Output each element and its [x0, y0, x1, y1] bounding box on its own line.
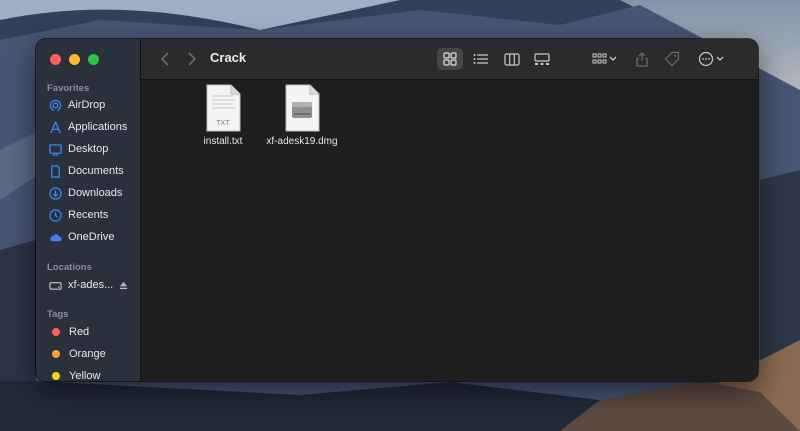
minimize-button[interactable] [69, 54, 80, 65]
disk-image-icon [284, 84, 320, 132]
file-type-label: TXT [216, 120, 230, 127]
grid-icon [443, 52, 457, 66]
sidebar-item-recents[interactable]: Recents [49, 205, 108, 225]
sidebar-item-label: OneDrive [68, 231, 115, 243]
eject-icon[interactable] [119, 281, 128, 290]
ellipsis-circle-icon [698, 51, 724, 67]
sidebar-item-label: Red [69, 326, 90, 338]
sidebar-item-label: Orange [69, 348, 106, 360]
file-name: install.txt [203, 136, 243, 147]
icon-view-button[interactable] [437, 48, 463, 70]
window-title: Crack [210, 50, 247, 65]
finder-window: Favorites AirDrop Applications Desktop D… [36, 39, 758, 381]
sidebar-item-label: AirDrop [68, 99, 106, 111]
sidebar-item-disk[interactable]: xf-ades... [49, 275, 128, 295]
back-button[interactable] [157, 48, 173, 70]
toolbar: Crack [141, 39, 758, 80]
clock-icon [49, 208, 62, 222]
sidebar-tag-yellow[interactable]: Yellow [49, 366, 100, 381]
list-icon [473, 54, 488, 64]
main-content: Crack TXT install.txt xf-adesk19.dmg [141, 39, 758, 381]
tags-title: Tags [47, 309, 69, 320]
sidebar: Favorites AirDrop Applications Desktop D… [36, 39, 141, 381]
tags-button[interactable] [662, 48, 682, 70]
airdrop-icon [49, 99, 62, 112]
disk-icon [49, 279, 62, 292]
sidebar-item-label: xf-ades... [68, 279, 114, 291]
sidebar-item-label: Downloads [68, 187, 123, 199]
share-button[interactable] [633, 48, 651, 70]
red-tag-dot-icon [52, 328, 60, 336]
sidebar-item-label: Applications [68, 121, 128, 133]
zoom-button[interactable] [88, 54, 99, 65]
sidebar-item-documents[interactable]: Documents [49, 161, 124, 181]
sidebar-item-label: Yellow [69, 370, 101, 381]
column-view-button[interactable] [499, 48, 525, 70]
gallery-view-button[interactable] [529, 48, 555, 70]
applications-icon [49, 121, 62, 134]
locations-title: Locations [47, 262, 92, 273]
download-icon [49, 186, 62, 200]
orange-tag-dot-icon [52, 350, 60, 358]
group-by-button[interactable] [589, 48, 621, 70]
sidebar-item-label: Desktop [68, 143, 109, 155]
window-controls [50, 54, 99, 65]
sidebar-tag-red[interactable]: Red [49, 322, 89, 342]
favorites-title: Favorites [47, 83, 90, 94]
sidebar-item-airdrop[interactable]: AirDrop [49, 95, 105, 115]
tag-icon [664, 51, 680, 67]
cloud-icon [49, 231, 62, 244]
close-button[interactable] [50, 54, 61, 65]
yellow-tag-dot-icon [52, 372, 60, 380]
sidebar-item-label: Documents [68, 165, 124, 177]
sidebar-item-label: Recents [68, 209, 109, 221]
group-icon [592, 53, 617, 64]
document-icon [49, 164, 62, 178]
list-view-button[interactable] [468, 48, 494, 70]
file-name: xf-adesk19.dmg [266, 136, 338, 147]
sidebar-item-desktop[interactable]: Desktop [49, 139, 108, 159]
forward-button[interactable] [184, 48, 200, 70]
gallery-icon [534, 52, 550, 65]
action-menu-button[interactable] [697, 48, 727, 70]
text-file-icon: TXT [205, 84, 241, 132]
file-item[interactable]: TXT install.txt [178, 84, 268, 147]
file-item[interactable]: xf-adesk19.dmg [257, 84, 347, 147]
sidebar-item-downloads[interactable]: Downloads [49, 183, 122, 203]
sidebar-tag-orange[interactable]: Orange [49, 344, 106, 364]
sidebar-item-applications[interactable]: Applications [49, 117, 127, 137]
columns-icon [504, 52, 520, 66]
desktop-icon [49, 143, 62, 156]
share-icon [636, 51, 648, 67]
sidebar-item-onedrive[interactable]: OneDrive [49, 227, 114, 247]
